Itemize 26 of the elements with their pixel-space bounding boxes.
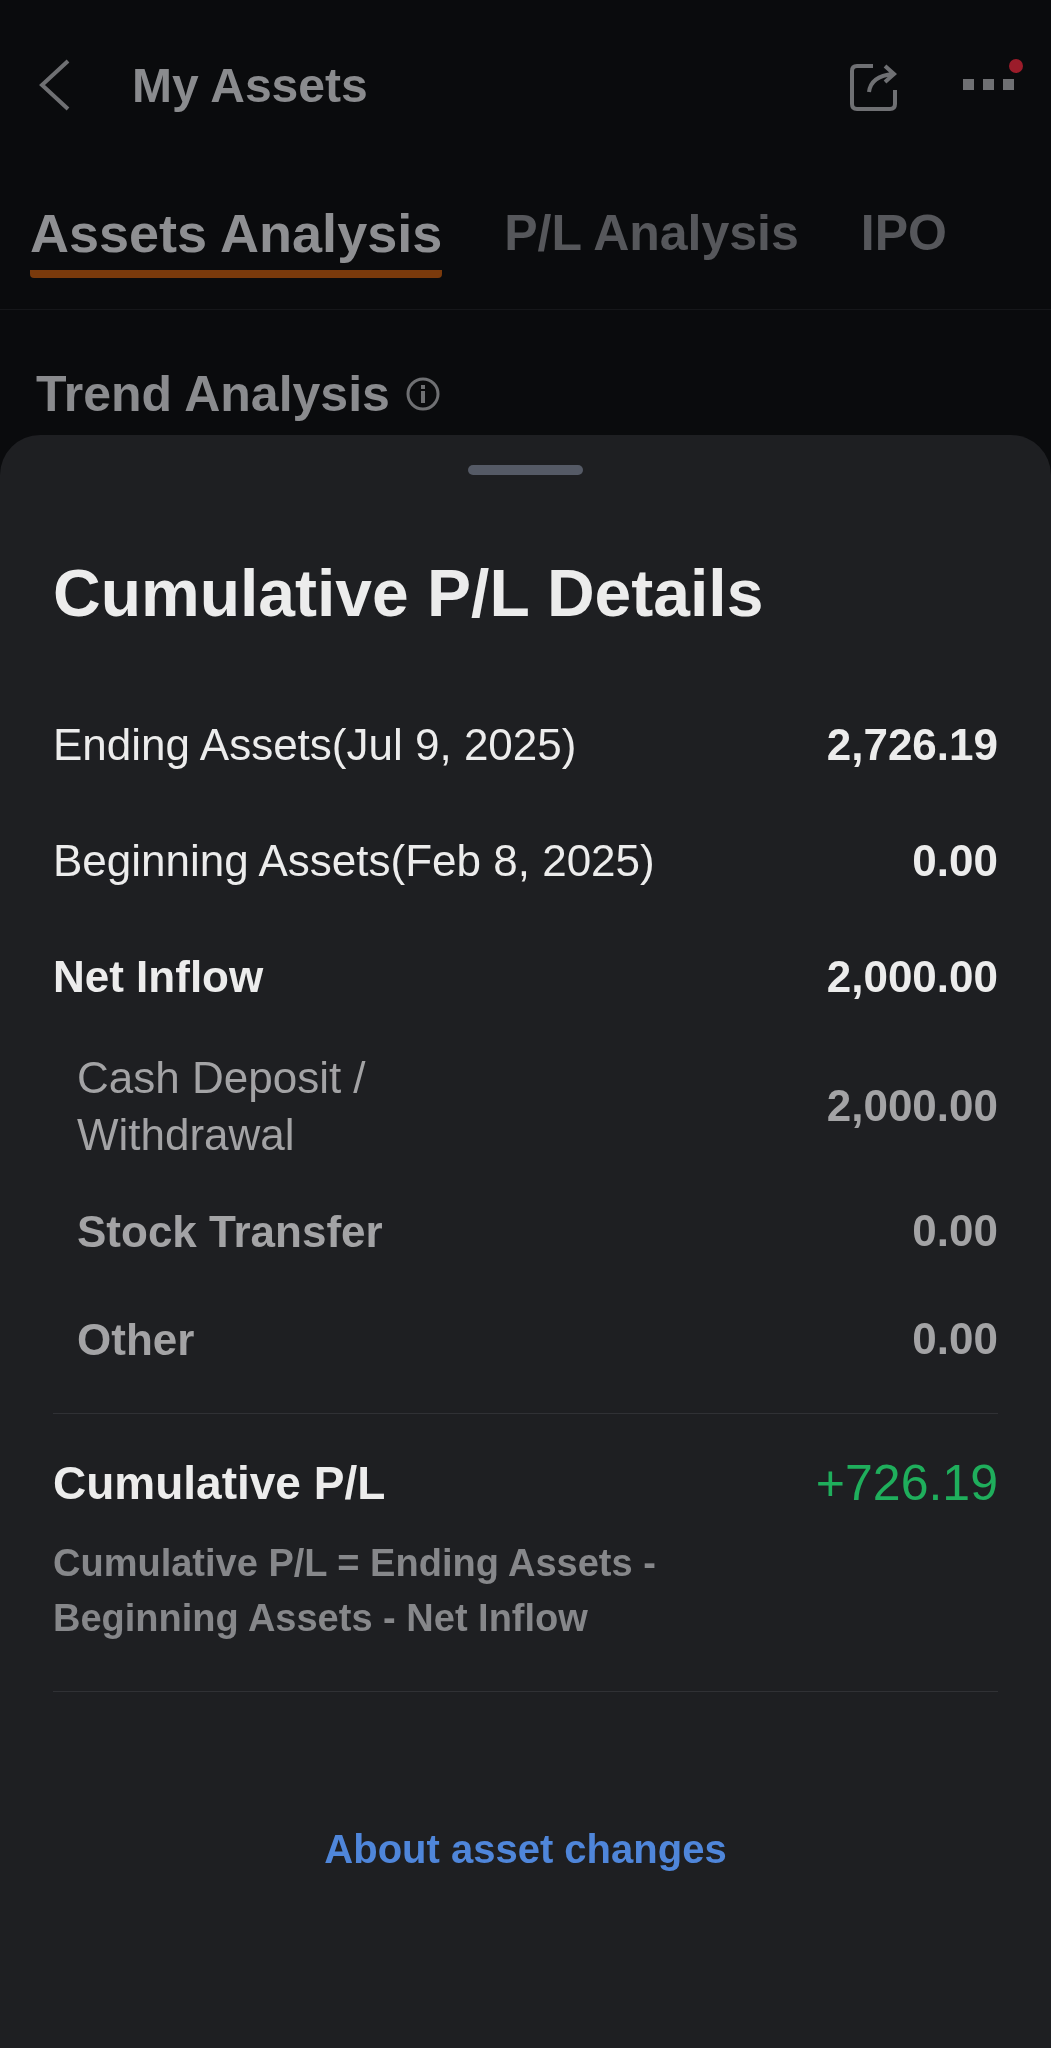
more-button[interactable] — [963, 79, 1015, 91]
row-value: 0.00 — [912, 836, 998, 886]
row-value: 0.00 — [912, 1206, 998, 1257]
page-title: My Assets — [132, 57, 369, 113]
sheet-title: Cumulative P/L Details — [53, 555, 765, 631]
tab[interactable]: Assets Analysis — [30, 201, 443, 278]
row-value: 2,000.00 — [826, 1081, 998, 1132]
row-label: Ending Assets(Jul 9, 2025) — [53, 719, 577, 772]
row-value: 2,726.19 — [826, 720, 998, 770]
formula-text: Cumulative P/L = Ending Assets - Beginning Assets - Net Inflow — [53, 1541, 657, 1642]
row-value: 2,000.00 — [826, 952, 998, 1002]
row-label: Net Inflow — [53, 951, 264, 1004]
tab[interactable]: P/L Analysis — [504, 203, 799, 276]
tab[interactable]: IPO — [860, 203, 947, 276]
row-label: Stock Transfer — [77, 1205, 383, 1258]
row-label: Other — [77, 1313, 195, 1366]
row-value: 0.00 — [912, 1314, 998, 1365]
more-icon — [963, 79, 1015, 91]
result-label: Cumulative P/L — [53, 1456, 386, 1511]
row-label: Cash Deposit / Withdrawal — [77, 1052, 367, 1162]
section-title: Trend Analysis — [36, 368, 390, 421]
about-link[interactable]: About asset changes — [324, 1826, 727, 1872]
drag-handle[interactable] — [468, 465, 583, 475]
info-icon — [405, 377, 440, 412]
row-label: Beginning Assets(Feb 8, 2025) — [53, 835, 655, 888]
result-value: +726.19 — [815, 1454, 998, 1513]
